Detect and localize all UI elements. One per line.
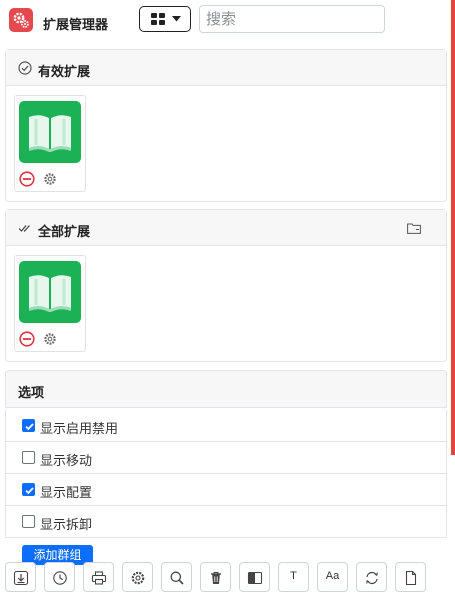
extension-card[interactable]: [14, 255, 86, 352]
search-button[interactable]: [161, 562, 192, 592]
book-icon[interactable]: [19, 261, 81, 323]
extension-card[interactable]: [14, 95, 86, 192]
folder-icon[interactable]: [407, 223, 421, 234]
header: 扩展管理器: [0, 0, 450, 40]
font-size-button[interactable]: Aa: [317, 562, 348, 592]
all-extensions-panel: 全部扩展: [5, 209, 447, 362]
app-title: 扩展管理器: [43, 17, 109, 32]
settings-button[interactable]: [122, 562, 153, 592]
checkbox[interactable]: [22, 451, 35, 464]
contrast-button[interactable]: [239, 562, 270, 592]
bottom-toolbar: T Aa: [5, 562, 426, 592]
trash-icon: [211, 571, 221, 584]
view-toggle-button[interactable]: [139, 6, 191, 32]
download-button[interactable]: [5, 562, 36, 592]
search-input[interactable]: [199, 5, 385, 33]
section-title: 全部扩展: [38, 224, 91, 239]
contrast-icon: [247, 571, 263, 585]
checkbox[interactable]: [22, 515, 35, 528]
grid-icon: [151, 13, 165, 25]
option-label: 显示移动: [40, 453, 93, 468]
search-icon: [170, 571, 184, 585]
remove-icon[interactable]: [19, 171, 35, 187]
gear-icon[interactable]: [43, 332, 57, 346]
options-header: 选项: [5, 370, 447, 408]
refresh-button[interactable]: [356, 562, 387, 592]
section-title: 有效扩展: [38, 64, 91, 79]
text-icon: T: [290, 570, 297, 582]
text-button[interactable]: T: [278, 562, 309, 592]
all-extensions-header: 全部扩展: [6, 210, 446, 246]
clock-icon: [53, 571, 67, 585]
check-circle-icon: [18, 61, 32, 75]
option-label: 显示启用禁用: [40, 421, 119, 436]
option-show-config[interactable]: 显示配置: [5, 474, 447, 506]
refresh-icon: [366, 571, 378, 585]
remove-icon[interactable]: [19, 331, 35, 347]
font-size-icon: Aa: [325, 570, 340, 582]
history-button[interactable]: [44, 562, 75, 592]
options-title: 选项: [18, 385, 45, 400]
active-extensions-header: 有效扩展: [6, 50, 446, 86]
double-check-icon: [18, 225, 30, 232]
download-icon: [13, 570, 29, 586]
book-icon[interactable]: [19, 101, 81, 163]
option-label: 显示配置: [40, 485, 93, 500]
option-show-uninstall[interactable]: 显示拆卸: [5, 506, 447, 538]
print-button[interactable]: [83, 562, 114, 592]
scrollbar[interactable]: [451, 0, 455, 455]
gear-icon[interactable]: [43, 172, 57, 186]
option-label: 显示拆卸: [40, 517, 93, 532]
option-show-enable-disable[interactable]: 显示启用禁用: [5, 410, 447, 442]
active-extensions-panel: 有效扩展: [5, 49, 447, 202]
delete-button[interactable]: [200, 562, 231, 592]
file-icon: [405, 570, 417, 586]
checkbox[interactable]: [22, 419, 35, 432]
printer-icon: [91, 571, 107, 585]
checkbox[interactable]: [22, 483, 35, 496]
option-show-move[interactable]: 显示移动: [5, 442, 447, 474]
gear-icon: [131, 571, 145, 585]
export-button[interactable]: [395, 562, 426, 592]
caret-down-icon: [172, 16, 181, 22]
app-logo-icon: [9, 8, 33, 32]
